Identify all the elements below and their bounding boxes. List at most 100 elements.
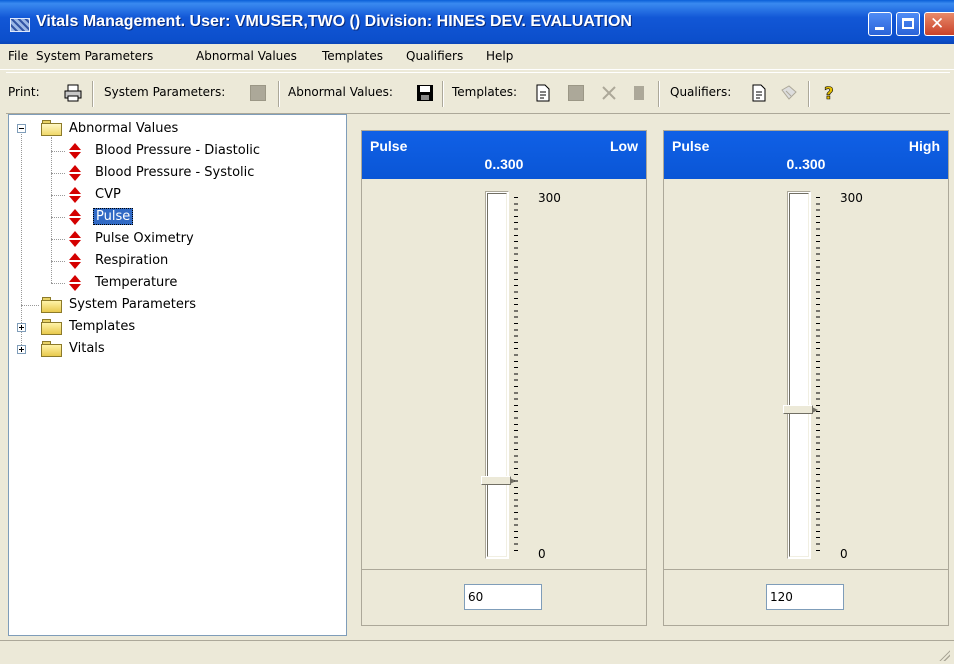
window-title: Vitals Management. User: VMUSER,TWO () D…	[36, 13, 632, 30]
tree-label: Blood Pressure - Systolic	[95, 165, 255, 180]
resize-grip-icon[interactable]	[938, 649, 950, 661]
system-parameters-button[interactable]	[250, 85, 266, 101]
tree-label: Blood Pressure - Diastolic	[95, 143, 261, 158]
tree-node-abnormal-values[interactable]: Abnormal Values	[9, 119, 339, 139]
app-icon	[10, 18, 30, 32]
tree-node-templates[interactable]: Templates	[9, 317, 339, 337]
tree-view[interactable]: Abnormal Values Blood Pressure - Diastol…	[8, 114, 347, 636]
maximize-icon	[902, 18, 914, 29]
tree-label: Templates	[69, 319, 136, 334]
low-slider-thumb[interactable]	[481, 476, 516, 486]
delete-icon[interactable]	[600, 84, 618, 102]
scale-min-label: 0	[538, 547, 546, 561]
copy-template-icon[interactable]	[630, 84, 648, 102]
expand-icon[interactable]	[17, 323, 26, 332]
minimize-button[interactable]	[868, 12, 892, 36]
menu-templates[interactable]: Templates	[322, 49, 383, 63]
range-label: 0..300	[484, 156, 524, 172]
system-parameters-label: System Parameters:	[104, 85, 226, 99]
folder-icon	[41, 297, 63, 313]
new-template-icon[interactable]	[534, 84, 552, 102]
templates-label: Templates:	[452, 85, 518, 99]
high-value-input[interactable]	[766, 584, 844, 610]
menu-file[interactable]: File	[8, 49, 28, 63]
range-arrows-icon	[69, 231, 81, 247]
menu-system-parameters[interactable]: System Parameters	[36, 49, 153, 63]
tree-node-respiration[interactable]: Respiration	[9, 251, 339, 271]
status-bar	[0, 640, 954, 664]
tree-label: System Parameters	[69, 297, 197, 312]
abnormal-values-label: Abnormal Values:	[288, 85, 393, 99]
high-slider-thumb[interactable]	[783, 405, 818, 415]
link-qualifier-icon[interactable]	[780, 84, 798, 102]
low-slider-track[interactable]	[485, 191, 509, 559]
folder-icon	[41, 319, 63, 335]
save-icon[interactable]	[416, 84, 434, 102]
print-label: Print:	[8, 85, 40, 99]
tree-label: Respiration	[95, 253, 169, 268]
tree-node-pulse-oximetry[interactable]: Pulse Oximetry	[9, 229, 339, 249]
low-limit-header: Pulse Low 0..300	[362, 131, 646, 179]
high-limit-panel: Pulse High 0..300 300 0	[663, 130, 949, 626]
edit-template-button[interactable]	[568, 85, 584, 101]
scale-min-label: 0	[840, 547, 848, 561]
vital-name: Pulse	[672, 138, 710, 154]
menu-help[interactable]: Help	[486, 49, 513, 63]
tree-node-temperature[interactable]: Temperature	[9, 273, 339, 293]
menu-bar: File System Parameters Abnormal Values T…	[0, 44, 954, 70]
high-value-area	[664, 569, 948, 625]
tree-node-vitals[interactable]: Vitals	[9, 339, 339, 359]
tree-label: Pulse Oximetry	[95, 231, 194, 246]
tree-node-cvp[interactable]: CVP	[9, 185, 339, 205]
limit-level: Low	[610, 138, 638, 154]
limit-level: High	[908, 138, 940, 154]
new-qualifier-icon[interactable]	[750, 84, 768, 102]
low-value-area	[362, 569, 646, 625]
toolbar: Print: System Parameters: Abnormal Value…	[6, 72, 950, 114]
range-arrows-icon	[69, 187, 81, 203]
high-slider-track[interactable]	[787, 191, 811, 559]
svg-text:?: ?	[824, 84, 834, 102]
title-bar: Vitals Management. User: VMUSER,TWO () D…	[0, 0, 954, 44]
low-limit-panel: Pulse Low 0..300 300 0	[361, 130, 647, 626]
scale-max-label: 300	[538, 191, 561, 205]
range-label: 0..300	[786, 156, 826, 172]
range-arrows-icon	[69, 209, 81, 225]
menu-abnormal-values[interactable]: Abnormal Values	[196, 49, 297, 63]
toolbar-separator	[808, 81, 810, 107]
slider-ticks	[514, 197, 518, 551]
toolbar-separator	[658, 81, 660, 107]
slider-ticks	[816, 197, 820, 551]
minimize-icon	[875, 27, 884, 30]
toolbar-separator	[442, 81, 444, 107]
tree-label: Abnormal Values	[69, 121, 179, 136]
scale-max-label: 300	[840, 191, 863, 205]
printer-icon[interactable]	[64, 84, 82, 102]
folder-open-icon	[41, 120, 63, 136]
toolbar-separator	[92, 81, 94, 107]
high-limit-header: Pulse High 0..300	[664, 131, 948, 179]
low-value-input[interactable]	[464, 584, 542, 610]
expand-icon[interactable]	[17, 345, 26, 354]
tree-node-pulse[interactable]: Pulse	[9, 207, 339, 227]
qualifiers-label: Qualifiers:	[670, 85, 732, 99]
folder-icon	[41, 341, 63, 357]
vital-name: Pulse	[370, 138, 408, 154]
tree-node-bp-diastolic[interactable]: Blood Pressure - Diastolic	[9, 141, 339, 161]
tree-label: Vitals	[69, 341, 105, 356]
range-arrows-icon	[69, 143, 81, 159]
menu-qualifiers[interactable]: Qualifiers	[406, 49, 463, 63]
tree-label: CVP	[95, 187, 121, 202]
close-button[interactable]: ✕	[924, 12, 954, 36]
maximize-button[interactable]	[896, 12, 920, 36]
range-arrows-icon	[69, 165, 81, 181]
collapse-icon[interactable]	[17, 124, 26, 133]
tree-node-bp-systolic[interactable]: Blood Pressure - Systolic	[9, 163, 339, 183]
range-arrows-icon	[69, 275, 81, 291]
tree-label: Temperature	[95, 275, 178, 290]
tree-node-system-parameters[interactable]: System Parameters	[9, 295, 339, 315]
help-icon[interactable]: ?	[820, 84, 838, 102]
close-icon: ✕	[930, 14, 945, 34]
range-arrows-icon	[69, 253, 81, 269]
toolbar-separator	[278, 81, 280, 107]
